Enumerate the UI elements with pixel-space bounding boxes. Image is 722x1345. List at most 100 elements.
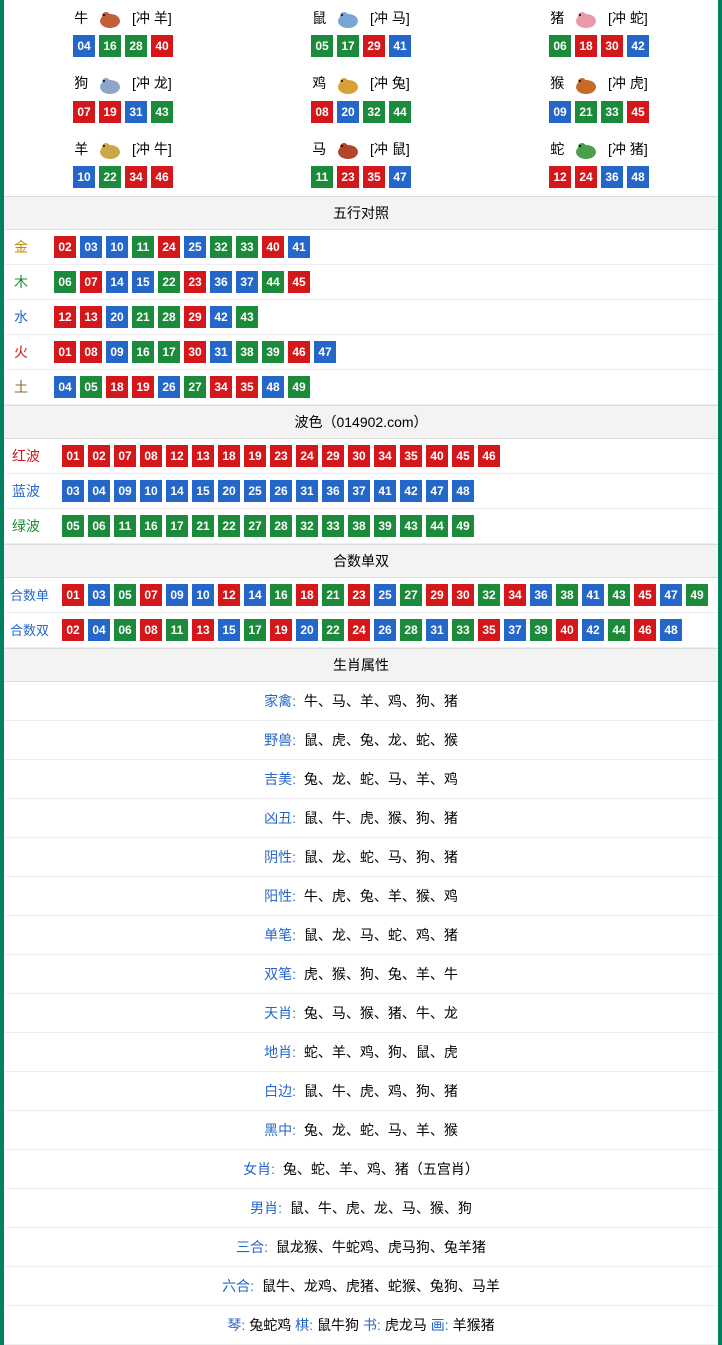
number-ball: 30 [452,584,474,606]
number-ball: 05 [311,35,333,57]
zodiac-conflict: [冲 猪] [608,141,648,157]
number-ball: 40 [262,236,284,258]
wuxing-label: 水 [14,307,54,327]
wuxing-label: 火 [14,342,54,362]
footer-value: 兔蛇鸡 [249,1317,295,1333]
number-ball: 03 [62,480,84,502]
number-ball: 38 [236,341,258,363]
number-ball: 23 [270,445,292,467]
number-ball: 29 [363,35,385,57]
number-ball: 07 [73,101,95,123]
number-ball: 17 [158,341,180,363]
zodiac-cell-rooster: 鸡 [冲 兔] 08203244 [242,65,480,130]
attr-label: 凶丑: [264,810,296,826]
number-ball: 37 [348,480,370,502]
number-ball: 46 [634,619,656,641]
zodiac-name: 猴 [550,75,564,91]
number-ball: 35 [236,376,258,398]
number-ball: 34 [210,376,232,398]
number-ball: 32 [363,101,385,123]
number-ball: 40 [426,445,448,467]
wuxing-balls: 04051819262734354849 [54,376,310,398]
number-ball: 07 [80,271,102,293]
number-ball: 26 [270,480,292,502]
number-ball: 29 [184,306,206,328]
number-ball: 33 [601,101,623,123]
heshu-row: 合数双 020406081113151719202224262831333537… [4,613,718,648]
number-ball: 05 [114,584,136,606]
number-ball: 23 [337,166,359,188]
number-ball: 06 [549,35,571,57]
attr-row: 家禽: 牛、马、羊、鸡、狗、猪 [4,682,718,721]
number-ball: 41 [389,35,411,57]
attr-row: 男肖: 鼠、牛、虎、龙、马、猴、狗 [4,1189,718,1228]
zodiac-balls: 05172941 [246,35,476,57]
number-ball: 31 [125,101,147,123]
number-ball: 22 [322,619,344,641]
zodiac-balls: 10223446 [8,166,238,188]
number-ball: 43 [400,515,422,537]
attr-row: 女肖: 兔、蛇、羊、鸡、猪（五宫肖） [4,1150,718,1189]
number-ball: 33 [236,236,258,258]
attr-value: 蛇、羊、鸡、狗、鼠、虎 [304,1044,458,1060]
number-ball: 23 [184,271,206,293]
number-ball: 11 [311,166,333,188]
attr-label: 阴性: [264,849,296,865]
number-ball: 44 [262,271,284,293]
attr-value: 鼠龙猴、牛蛇鸡、虎马狗、兔羊猪 [276,1239,486,1255]
number-ball: 44 [426,515,448,537]
number-ball: 48 [262,376,284,398]
number-ball: 06 [54,271,76,293]
number-ball: 49 [452,515,474,537]
number-ball: 19 [244,445,266,467]
number-ball: 23 [348,584,370,606]
number-ball: 04 [88,619,110,641]
number-ball: 18 [218,445,240,467]
number-ball: 32 [478,584,500,606]
number-ball: 17 [244,619,266,641]
number-ball: 42 [627,35,649,57]
number-ball: 33 [322,515,344,537]
number-ball: 12 [549,166,571,188]
number-ball: 02 [88,445,110,467]
wuxing-header: 五行对照 [4,196,718,230]
number-ball: 48 [660,619,682,641]
bose-header: 波色（014902.com） [4,405,718,439]
footer-value: 鼠牛狗 [317,1317,363,1333]
horse-icon [334,140,362,160]
number-ball: 28 [125,35,147,57]
number-ball: 17 [166,515,188,537]
heshu-container: 合数单 010305070910121416182123252729303234… [4,578,718,648]
zodiac-balls: 12243648 [484,166,714,188]
attr-value: 鼠、牛、虎、鸡、狗、猪 [304,1083,458,1099]
goat-icon [96,140,124,160]
number-ball: 36 [210,271,232,293]
number-ball: 16 [270,584,292,606]
footer-label: 棋: [295,1317,313,1333]
zodiac-conflict: [冲 蛇] [608,10,648,26]
wuxing-row: 火 0108091617303138394647 [4,335,718,370]
number-ball: 18 [296,584,318,606]
number-ball: 38 [556,584,578,606]
number-ball: 41 [582,584,604,606]
number-ball: 42 [210,306,232,328]
number-ball: 07 [140,584,162,606]
number-ball: 34 [125,166,147,188]
number-ball: 15 [132,271,154,293]
number-ball: 45 [452,445,474,467]
heshu-label: 合数单 [10,585,62,604]
heshu-balls: 0103050709101214161821232527293032343638… [62,584,708,606]
bose-row: 红波 0102070812131819232429303435404546 [4,439,718,474]
number-ball: 30 [184,341,206,363]
number-ball: 10 [106,236,128,258]
number-ball: 09 [549,101,571,123]
number-ball: 42 [400,480,422,502]
number-ball: 34 [374,445,396,467]
number-ball: 05 [62,515,84,537]
footer-row: 琴:兔蛇鸡 棋:鼠牛狗 书:虎龙马 画:羊猴猪 [4,1306,718,1345]
footer-label: 画: [431,1317,449,1333]
zodiac-cell-rat: 鼠 [冲 马] 05172941 [242,0,480,65]
zodiac-balls: 11233547 [246,166,476,188]
number-ball: 32 [296,515,318,537]
zodiac-conflict: [冲 虎] [608,75,648,91]
